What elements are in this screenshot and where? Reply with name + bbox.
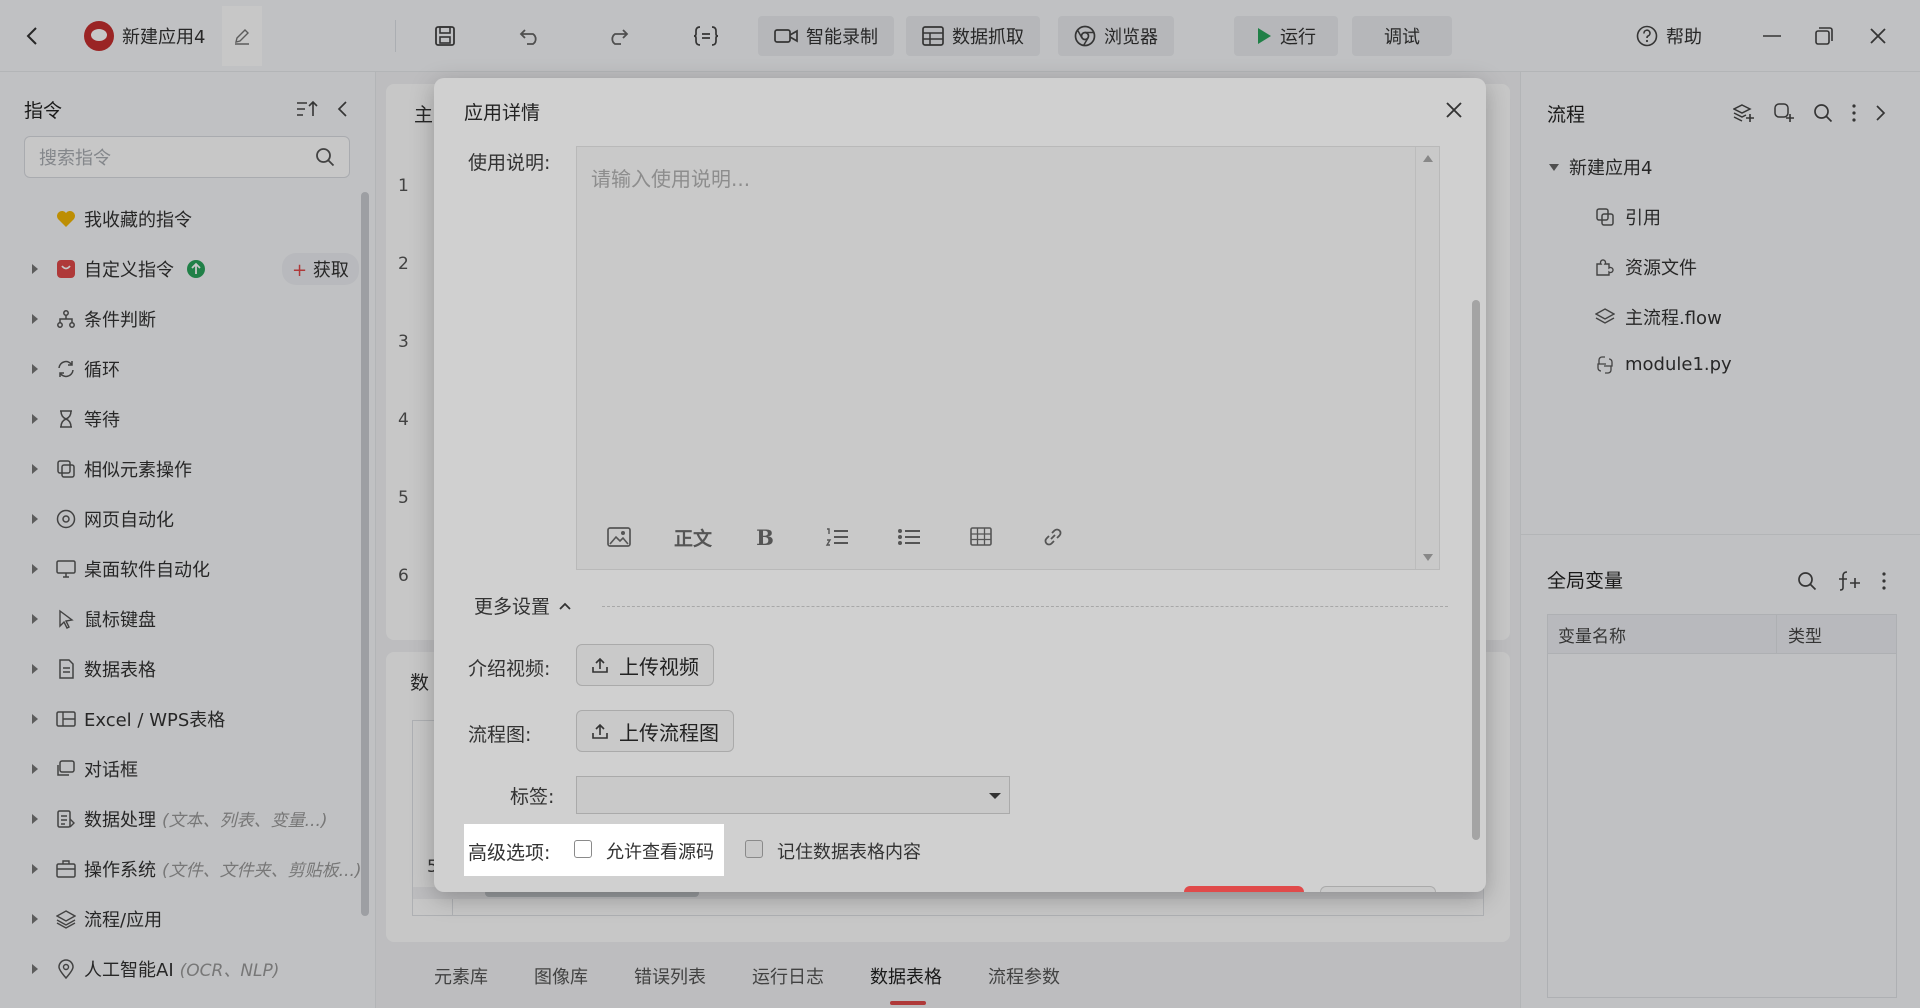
tags-label: 标签:	[510, 786, 555, 808]
flowchart-label: 流程图:	[468, 724, 532, 746]
confirm-button-partial[interactable]	[1184, 886, 1304, 892]
link-icon	[1044, 528, 1062, 546]
more-settings-label: 更多设置	[474, 596, 551, 618]
paragraph-style-button[interactable]: 正文	[657, 521, 729, 553]
insert-image-button[interactable]	[599, 521, 639, 553]
editor-toolbar: 正文 B	[599, 521, 1089, 553]
intro-video-label: 介绍视频:	[468, 658, 551, 680]
advanced-options-label: 高级选项:	[468, 842, 551, 864]
close-icon	[1446, 102, 1462, 118]
bullet-list-button[interactable]	[873, 521, 945, 553]
section-divider	[602, 606, 1448, 607]
image-icon	[607, 527, 631, 547]
scroll-down-icon[interactable]	[1423, 554, 1433, 561]
upload-flowchart-label: 上传流程图	[619, 720, 719, 745]
upload-icon	[592, 723, 608, 739]
app-details-dialog: 应用详情 使用说明: 请输入使用说明... 正文 B 更多设置 介绍视频: 上传…	[434, 78, 1486, 892]
dialog-title: 应用详情	[464, 102, 541, 124]
usage-placeholder: 请输入使用说明...	[591, 167, 751, 191]
bold-button[interactable]: B	[729, 521, 801, 553]
remember-table-checkbox[interactable]	[745, 840, 763, 858]
remember-table-label: 记住数据表格内容	[777, 842, 921, 863]
app-window: 新建应用4 智能录制 数据抓取 浏览器 运行 调试 帮助 指令 搜索指令 我收藏…	[0, 0, 1920, 1008]
ordered-list-button[interactable]	[801, 521, 873, 553]
scroll-up-icon[interactable]	[1423, 155, 1433, 162]
cancel-button-partial[interactable]	[1320, 886, 1436, 892]
dialog-scrollbar[interactable]	[1472, 300, 1480, 840]
dialog-header: 应用详情	[434, 78, 1486, 144]
insert-link-button[interactable]	[1017, 521, 1089, 553]
allow-source-checkbox[interactable]	[574, 840, 592, 858]
chevron-up-icon	[559, 602, 571, 610]
ordered-list-icon	[825, 528, 848, 546]
insert-table-button[interactable]	[945, 521, 1017, 553]
bullet-list-icon	[898, 529, 920, 545]
dialog-close-button[interactable]	[1442, 98, 1466, 122]
upload-flowchart-button[interactable]: 上传流程图	[576, 710, 734, 752]
table-icon	[970, 527, 992, 546]
usage-label: 使用说明:	[468, 152, 551, 174]
allow-source-label: 允许查看源码	[606, 842, 714, 863]
tags-select[interactable]	[576, 776, 1010, 814]
upload-video-label: 上传视频	[619, 654, 699, 679]
upload-icon	[592, 657, 608, 673]
editor-scrollbar[interactable]	[1415, 147, 1439, 569]
more-settings-toggle[interactable]: 更多设置	[474, 592, 572, 619]
caret-down-icon	[989, 793, 1001, 799]
usage-editor[interactable]: 请输入使用说明... 正文 B	[576, 146, 1440, 570]
upload-video-button[interactable]: 上传视频	[576, 644, 714, 686]
